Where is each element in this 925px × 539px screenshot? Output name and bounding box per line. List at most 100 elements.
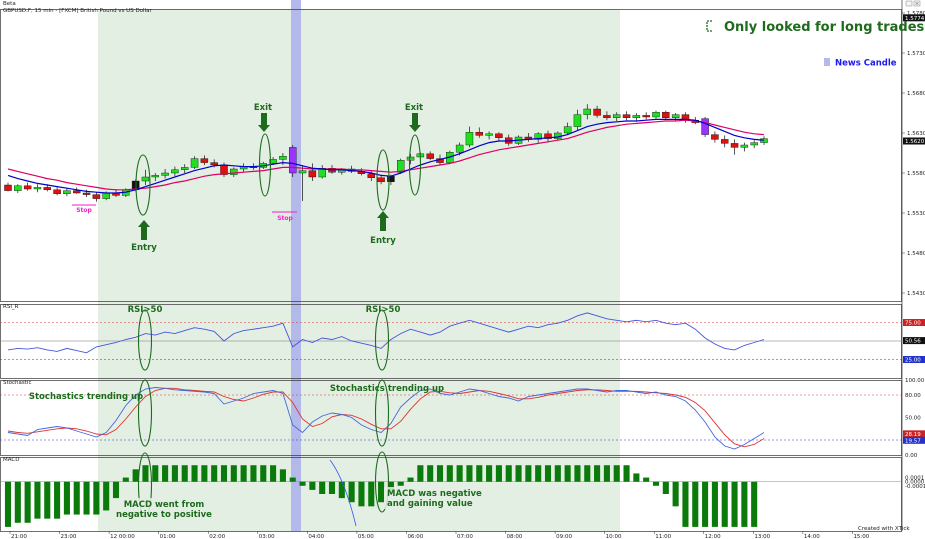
price-tick-label: 1.5530 — [907, 211, 925, 217]
legend-news-candle-label: News Candle — [835, 59, 897, 69]
candle-body — [82, 192, 91, 195]
candle-body — [455, 144, 464, 153]
minimize-button[interactable] — [905, 0, 913, 7]
macd-bar — [721, 481, 728, 527]
rsi-2-label: RSI>50 — [366, 305, 401, 315]
time-tick-label: 08:00 — [507, 534, 523, 539]
macd-bar — [220, 465, 228, 482]
macd-bar — [54, 481, 61, 519]
macd-bar — [436, 465, 444, 482]
footer-credit: Created with XTick — [858, 526, 910, 532]
candle-body — [593, 108, 601, 116]
candle-body — [33, 187, 42, 190]
chart-subtitle: GBPUSD.F, 15 min - [FXCM] British Pound … — [3, 8, 152, 14]
stop-1-label: Stop — [76, 207, 92, 214]
macd-bar — [623, 465, 630, 482]
rsi-tick-label: 25.00 — [905, 358, 921, 364]
macd-bar — [751, 481, 758, 527]
macd-2-label: MACD was negative and gaining value — [384, 487, 482, 509]
macd-bar — [525, 465, 532, 482]
macd-bar — [731, 481, 738, 527]
candle-body — [190, 158, 199, 168]
legend-long-trades: Only looked for long trades — [706, 20, 925, 35]
macd-bar — [456, 465, 463, 482]
candle-body — [43, 187, 52, 190]
price-tick-label: 1.5430 — [907, 291, 925, 297]
rsi-tick-label: 75.00 — [905, 321, 921, 327]
macd-bar — [319, 481, 326, 494]
chart-canvas: 1.57801.57301.56801.56301.55801.55301.54… — [0, 0, 925, 539]
macd-bar — [603, 465, 610, 482]
candle-body — [612, 114, 621, 118]
macd-1-label-line2: negative to positive — [116, 510, 212, 520]
macd-bar — [682, 481, 689, 527]
candle-body — [23, 185, 32, 190]
candle-body — [151, 175, 160, 178]
price-tick-label: 1.5630 — [907, 131, 925, 137]
macd-bar — [446, 465, 453, 482]
rsi-1-label: RSI>50 — [128, 305, 163, 315]
background-layer — [98, 0, 620, 531]
time-tick-label: 09:00 — [556, 534, 572, 539]
candle-body — [377, 177, 385, 183]
macd-2-label-line1: MACD was negative — [387, 489, 482, 499]
macd-bar — [564, 465, 571, 482]
candle-body — [308, 170, 317, 178]
stoch-tick-label: 19.57 — [905, 438, 921, 444]
candle-body — [662, 111, 670, 118]
candle-body — [63, 190, 71, 195]
entry-1-label: Entry — [131, 243, 157, 253]
entry-2-label: Entry — [370, 236, 396, 246]
macd-bar — [407, 477, 414, 482]
macd-bar — [535, 465, 542, 482]
macd-bar — [191, 465, 198, 482]
candle-body — [180, 167, 189, 170]
macd-bar — [14, 481, 21, 523]
macd-bar — [711, 481, 718, 527]
candle-body — [426, 153, 434, 159]
macd-bar — [417, 465, 424, 482]
macd-1-label: MACD went from negative to positive — [116, 498, 212, 520]
rsi-tick-label: 50.56 — [905, 339, 921, 345]
candle-body — [200, 158, 209, 163]
stoch-tick-label: 80.00 — [905, 393, 921, 399]
price-tick-label: 1.5680 — [907, 91, 925, 97]
candle-body — [367, 173, 376, 179]
macd-bar — [270, 465, 277, 482]
candle-body — [583, 108, 592, 115]
candle-body — [485, 133, 493, 136]
macd-bar — [230, 465, 237, 482]
news-swatch-icon — [824, 58, 830, 66]
macd-bar — [73, 481, 80, 515]
candle-body — [563, 126, 572, 134]
time-tick-label: 01:00 — [160, 534, 176, 539]
time-tick-label: 23:00 — [61, 534, 77, 539]
candle-body — [298, 170, 307, 174]
legend-long-trades-label: Only looked for long trades — [724, 20, 925, 35]
macd-bar — [289, 477, 296, 482]
macd-bar — [63, 481, 70, 515]
time-tick-label: 21:00 — [11, 534, 27, 539]
time-tick-label: 12:00 — [705, 534, 721, 539]
macd-bar — [93, 481, 100, 515]
macd-tick-label: -0.0001 — [905, 484, 925, 490]
macd-bar — [142, 465, 149, 482]
time-tick-label: 05:00 — [358, 534, 374, 539]
macd-bar — [702, 481, 709, 527]
candle-body — [750, 142, 758, 146]
macd-bar — [162, 465, 169, 482]
candle-body — [671, 114, 680, 118]
rsi-pane-label: RSI_R — [3, 304, 19, 310]
candle-body — [288, 147, 297, 174]
macd-bar — [672, 481, 679, 507]
macd-bar — [662, 481, 669, 494]
macd-bar — [348, 481, 355, 503]
candle-body — [603, 115, 611, 119]
candle-body — [573, 114, 582, 127]
candle — [701, 117, 709, 137]
stoch-pane-label: Stochastic — [3, 380, 31, 386]
macd-bar — [486, 465, 493, 482]
macd-bar — [299, 481, 306, 486]
legend-news-candle: News Candle — [824, 58, 897, 69]
candle-body — [14, 185, 22, 191]
